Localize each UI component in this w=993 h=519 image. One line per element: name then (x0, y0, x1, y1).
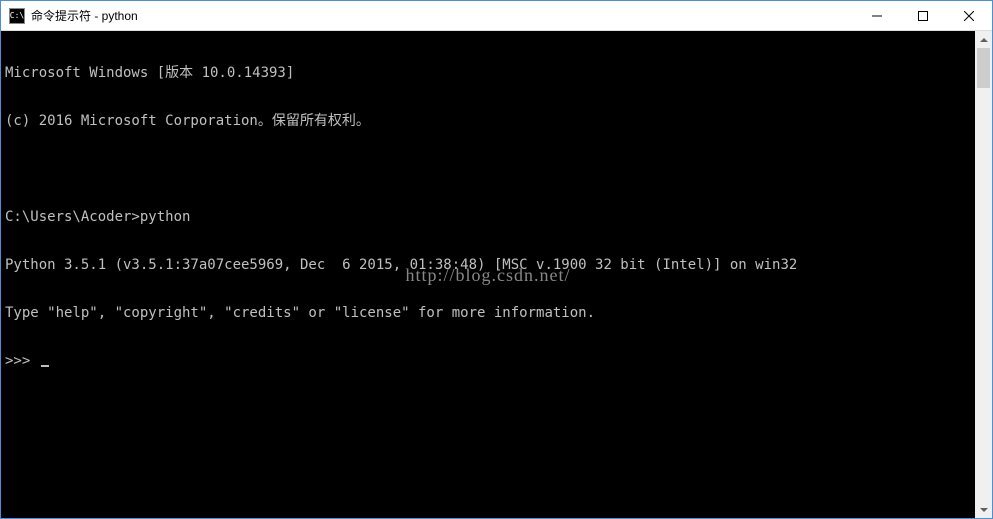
output-line: C:\Users\Acoder>python (5, 209, 971, 225)
chevron-up-icon (980, 38, 988, 42)
output-line (5, 161, 971, 177)
close-icon (964, 11, 974, 21)
chevron-down-icon (980, 508, 988, 512)
scrollbar-track[interactable] (975, 48, 992, 501)
output-line: Type "help", "copyright", "credits" or "… (5, 305, 971, 321)
titlebar[interactable]: C:\ 命令提示符 - python (1, 1, 992, 31)
close-button[interactable] (946, 1, 992, 30)
prompt-line: >>> (5, 353, 971, 369)
cursor (41, 365, 49, 367)
terminal-area: Microsoft Windows [版本 10.0.14393] (c) 20… (1, 31, 992, 518)
output-line: Microsoft Windows [版本 10.0.14393] (5, 65, 971, 81)
minimize-button[interactable] (854, 1, 900, 30)
window-controls (854, 1, 992, 30)
maximize-button[interactable] (900, 1, 946, 30)
minimize-icon (872, 11, 882, 21)
maximize-icon (918, 11, 928, 21)
app-icon: C:\ (9, 8, 25, 24)
vertical-scrollbar[interactable] (975, 31, 992, 518)
output-line: (c) 2016 Microsoft Corporation。保留所有权利。 (5, 113, 971, 129)
scroll-up-button[interactable] (975, 31, 992, 48)
output-line: Python 3.5.1 (v3.5.1:37a07cee5969, Dec 6… (5, 257, 971, 273)
scroll-down-button[interactable] (975, 501, 992, 518)
command-prompt-window: C:\ 命令提示符 - python Microsoft Windows [版本… (0, 0, 993, 519)
terminal-output[interactable]: Microsoft Windows [版本 10.0.14393] (c) 20… (1, 31, 975, 518)
scrollbar-thumb[interactable] (977, 48, 990, 88)
window-title: 命令提示符 - python (31, 7, 854, 24)
python-prompt: >>> (5, 353, 39, 369)
